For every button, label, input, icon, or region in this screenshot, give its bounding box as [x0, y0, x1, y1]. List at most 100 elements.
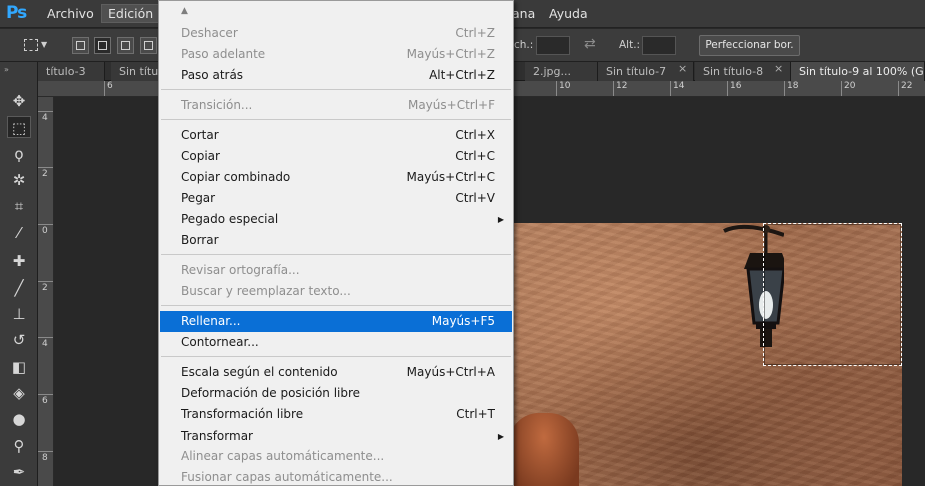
tab-sin-titulo[interactable]: Sin títul — [111, 62, 161, 81]
menu-item-transformar[interactable]: Transformar ▶ — [160, 426, 512, 447]
blur-tool-icon[interactable]: ● — [7, 408, 31, 430]
ruler-label: 14 — [673, 81, 685, 91]
ruler-label: 16 — [730, 81, 742, 91]
menu-separator — [161, 119, 511, 120]
menu-separator — [161, 356, 511, 357]
menu-item-buscar-reemplazar[interactable]: Buscar y reemplazar texto... — [160, 281, 512, 302]
scroll-up-icon[interactable]: ▲ — [181, 6, 188, 16]
vertical-ruler: 4 2 0 2 4 6 8 — [38, 97, 54, 486]
close-icon[interactable]: × — [774, 62, 783, 75]
menu-separator — [161, 305, 511, 306]
ruler-tick — [38, 167, 53, 168]
ruler-tick — [38, 451, 53, 452]
add-to-selection-button[interactable] — [94, 37, 111, 54]
height-input[interactable] — [642, 36, 676, 55]
move-tool-icon[interactable]: ✥ — [7, 90, 31, 112]
ruler-label: 12 — [616, 81, 628, 91]
eraser-tool-icon[interactable]: ◧ — [7, 356, 31, 378]
tab-2-jpg[interactable]: 2.jpg... — [525, 62, 598, 81]
menu-item-copiar-combinado[interactable]: Copiar combinado Mayús+Ctrl+C — [160, 167, 512, 188]
subtract-from-selection-button[interactable] — [117, 37, 134, 54]
add-selection-icon — [98, 41, 107, 50]
ruler-tick — [38, 281, 53, 282]
edit-menu-dropdown: ▲ Deshacer Ctrl+Z Paso adelante Mayús+Ctrl… — [158, 0, 514, 486]
menu-item-borrar[interactable]: Borrar — [160, 230, 512, 251]
menu-item-transicion[interactable]: Transición... Mayús+Ctrl+F — [160, 95, 512, 116]
toolbox: » ✥ ⬚ ϙ ✲ ⌗ ⁄ ✚ ╱ ⊥ ↺ ◧ ◈ ● ⚲ ✒ — [0, 62, 38, 486]
close-icon[interactable]: × — [678, 62, 687, 75]
toolbox-collapse-icon[interactable]: » — [4, 65, 9, 74]
ruler-tick — [38, 224, 53, 225]
menu-item-alinear-capas[interactable]: Alinear capas automáticamente... — [160, 446, 512, 467]
menu-item-contornear[interactable]: Contornear... — [160, 332, 512, 353]
width-input[interactable] — [536, 36, 570, 55]
ruler-tick — [556, 81, 557, 96]
swap-icon[interactable]: ⇄ — [584, 36, 596, 52]
menu-item-paso-adelante[interactable]: Paso adelante Mayús+Ctrl+Z — [160, 44, 512, 65]
tool-preset-picker[interactable]: ▼ — [22, 37, 48, 54]
menu-item-transformacion-libre[interactable]: Transformación libre Ctrl+T — [160, 404, 512, 425]
ruler-label: 4 — [42, 113, 48, 123]
new-selection-icon — [76, 41, 85, 50]
menu-item-copiar[interactable]: Copiar Ctrl+C — [160, 146, 512, 167]
ruler-tick — [104, 81, 105, 96]
rectangular-marquee-tool-icon[interactable]: ⬚ — [7, 116, 31, 138]
ruler-tick — [670, 81, 671, 96]
paint-bucket-tool-icon[interactable]: ◈ — [7, 382, 31, 404]
clone-stamp-tool-icon[interactable]: ⊥ — [7, 303, 31, 325]
ruler-tick — [613, 81, 614, 96]
menu-item-paso-atras[interactable]: Paso atrás Alt+Ctrl+Z — [160, 65, 512, 86]
dodge-tool-icon[interactable]: ⚲ — [7, 435, 31, 457]
menu-edicion[interactable]: Edición — [101, 4, 161, 23]
healing-brush-tool-icon[interactable]: ✚ — [7, 250, 31, 272]
menu-separator — [161, 254, 511, 255]
height-label: Alt.: — [619, 39, 641, 51]
couch-image-detail — [509, 413, 579, 486]
menu-separator — [161, 89, 511, 90]
history-brush-tool-icon[interactable]: ↺ — [7, 329, 31, 351]
intersect-selection-button[interactable] — [140, 37, 157, 54]
ruler-label: 6 — [107, 81, 113, 91]
menu-item-cortar[interactable]: Cortar Ctrl+X — [160, 125, 512, 146]
menu-item-rellenar[interactable]: Rellenar... Mayús+F5 — [160, 311, 512, 332]
magic-wand-tool-icon[interactable]: ✲ — [7, 169, 31, 191]
menu-archivo[interactable]: Archivo — [47, 6, 94, 21]
brush-tool-icon[interactable]: ╱ — [7, 277, 31, 299]
crop-tool-icon[interactable]: ⌗ — [7, 195, 31, 217]
ruler-label: 2 — [42, 169, 48, 179]
submenu-arrow-icon: ▶ — [497, 432, 504, 441]
ruler-tick — [898, 81, 899, 96]
marquee-preset-icon — [24, 39, 38, 51]
new-selection-button[interactable] — [72, 37, 89, 54]
tab-sin-titulo-9[interactable]: Sin título-9 al 100% (G — [791, 62, 925, 81]
ruler-label: 20 — [844, 81, 856, 91]
tab-titulo-3[interactable]: título-3 — [38, 62, 105, 81]
ruler-label: 4 — [42, 339, 48, 349]
ruler-tick — [38, 394, 53, 395]
menu-ventana[interactable]: ana — [512, 6, 535, 21]
menu-item-escala-contenido[interactable]: Escala según el contenido Mayús+Ctrl+A — [160, 362, 512, 383]
marquee-selection[interactable] — [763, 223, 902, 366]
ruler-label: 18 — [787, 81, 799, 91]
subtract-selection-icon — [121, 41, 130, 50]
lasso-tool-icon[interactable]: ϙ — [7, 143, 31, 165]
ruler-label: 6 — [42, 396, 48, 406]
ruler-label: 0 — [42, 226, 48, 236]
app-logo: Ps — [6, 3, 27, 23]
menu-item-fusionar-capas[interactable]: Fusionar capas automáticamente... — [160, 467, 512, 486]
menu-ayuda[interactable]: Ayuda — [549, 6, 588, 21]
menu-item-pegado-especial[interactable]: Pegado especial ▶ — [160, 209, 512, 230]
pen-tool-icon[interactable]: ✒ — [7, 461, 31, 483]
eyedropper-tool-icon[interactable]: ⁄ — [7, 222, 31, 244]
document-image[interactable] — [509, 223, 902, 486]
ruler-label: 8 — [42, 453, 48, 463]
menu-item-pegar[interactable]: Pegar Ctrl+V — [160, 188, 512, 209]
ruler-tick — [38, 337, 53, 338]
ruler-label: 10 — [559, 81, 571, 91]
menu-item-deshacer[interactable]: Deshacer Ctrl+Z — [160, 23, 512, 44]
refine-edge-button[interactable]: Perfeccionar bor. — [699, 35, 800, 56]
ruler-label: 22 — [901, 81, 913, 91]
menu-item-deformacion-posicion[interactable]: Deformación de posición libre — [160, 383, 512, 404]
ruler-tick — [38, 111, 53, 112]
menu-item-revisar-ortografia[interactable]: Revisar ortografía... — [160, 260, 512, 281]
